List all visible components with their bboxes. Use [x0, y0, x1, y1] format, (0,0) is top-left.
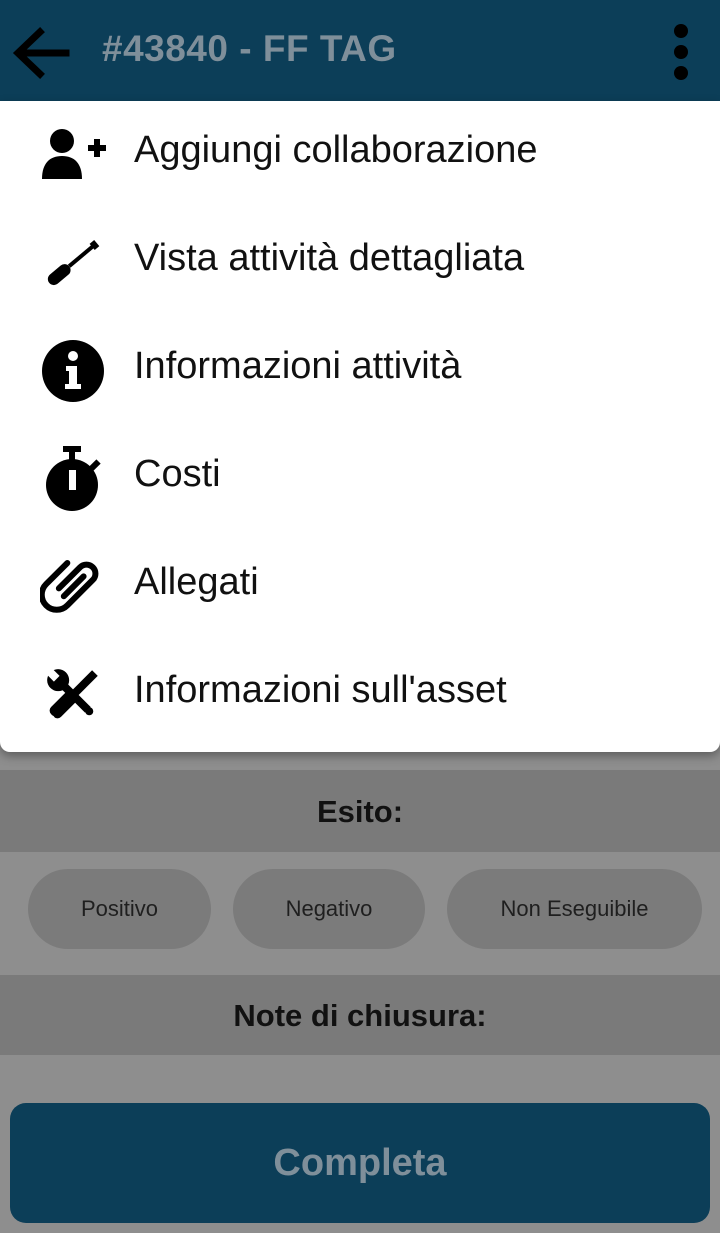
menu-item-asset-info[interactable]: Informazioni sull'asset — [0, 641, 720, 749]
menu-item-attachments[interactable]: Allegati — [0, 533, 720, 641]
more-options-button[interactable] — [664, 22, 698, 84]
menu-item-detailed-view[interactable]: Vista attività dettagliata — [0, 209, 720, 317]
menu-item-add-collaboration[interactable]: Aggiungi collaborazione — [0, 101, 720, 209]
menu-item-activity-info[interactable]: Informazioni attività — [0, 317, 720, 425]
screwdriver-icon — [38, 231, 108, 295]
info-circle-icon — [38, 339, 108, 403]
page-title: #43840 - FF TAG — [102, 28, 397, 69]
outcome-positive-button[interactable]: Positivo — [28, 869, 211, 949]
menu-item-label: Informazioni sull'asset — [134, 669, 507, 711]
tools-icon — [38, 663, 108, 727]
more-vertical-icon — [674, 24, 688, 80]
app-bar: #43840 - FF TAG — [0, 0, 720, 104]
user-plus-icon — [38, 123, 108, 187]
outcome-label: Esito: — [316, 794, 404, 829]
outcome-not-executable-button[interactable]: Non Eseguibile — [447, 869, 702, 949]
menu-item-label: Allegati — [134, 561, 259, 603]
outcome-negative-button[interactable]: Negativo — [233, 869, 425, 949]
paperclip-icon — [38, 555, 108, 619]
stopwatch-icon — [38, 446, 108, 511]
menu-item-label: Vista attività dettagliata — [134, 237, 525, 279]
menu-item-label: Costi — [134, 453, 221, 495]
menu-item-label: Informazioni attività — [134, 345, 462, 387]
overflow-menu: Aggiungi collaborazione Vista attività d… — [0, 101, 720, 752]
menu-item-costs[interactable]: Costi — [0, 425, 720, 533]
back-button[interactable] — [10, 22, 72, 84]
menu-item-label: Aggiungi collaborazione — [134, 129, 538, 171]
complete-button[interactable]: Completa — [10, 1103, 710, 1223]
arrow-left-icon — [12, 27, 70, 79]
complete-button-label: Completa — [273, 1141, 447, 1184]
notes-label: Note di chiusura: — [233, 998, 487, 1033]
